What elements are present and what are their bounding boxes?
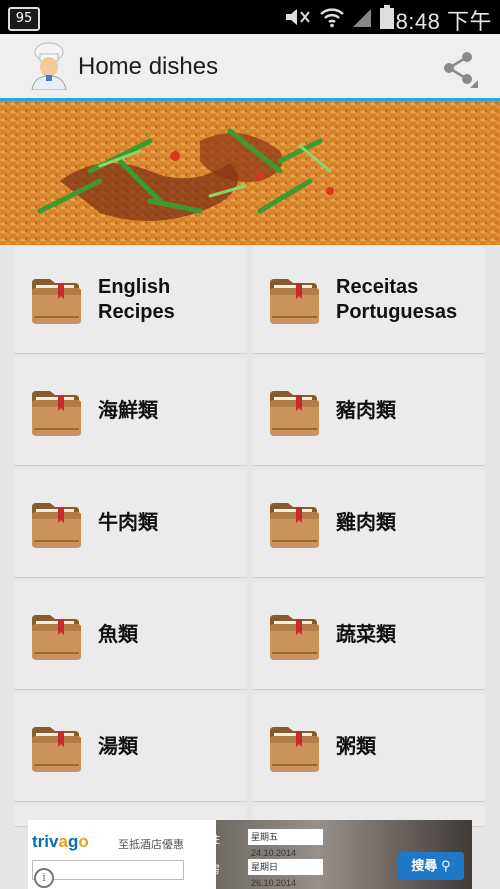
folder-icon bbox=[266, 383, 322, 439]
logo-part: o bbox=[78, 832, 89, 851]
category-label: 海鮮類 bbox=[98, 400, 158, 422]
ad-destination-input[interactable] bbox=[32, 860, 184, 880]
checkin-label: 入住 bbox=[198, 834, 220, 846]
notification-badge: 95 bbox=[8, 7, 40, 31]
folder-icon bbox=[266, 719, 322, 775]
banner-image bbox=[0, 101, 500, 245]
ad-search-label: 搜尋 bbox=[411, 858, 438, 873]
mute-icon bbox=[286, 9, 310, 25]
folder-icon bbox=[28, 607, 84, 663]
ad-form-panel: trivago 至抵酒店優惠 i bbox=[28, 820, 216, 889]
ad-tagline: 至抵酒店優惠 bbox=[118, 839, 184, 851]
action-bar: Home dishes bbox=[0, 34, 500, 101]
category-pork[interactable]: 豬肉類 bbox=[252, 358, 485, 465]
category-vegetable[interactable]: 蔬菜類 bbox=[252, 582, 485, 689]
clock: 8:48 下午 bbox=[395, 9, 492, 34]
folder-icon bbox=[28, 383, 84, 439]
category-label: 魚類 bbox=[98, 624, 138, 646]
category-soup[interactable]: 湯類 bbox=[14, 694, 247, 801]
chef-icon[interactable] bbox=[26, 42, 72, 90]
folder-icon bbox=[28, 271, 84, 327]
category-beef[interactable]: 牛肉類 bbox=[14, 470, 247, 577]
category-congee[interactable]: 粥類 bbox=[252, 694, 485, 801]
folder-icon bbox=[28, 495, 84, 551]
category-label: 湯類 bbox=[98, 736, 138, 758]
category-english-recipes[interactable]: English Recipes bbox=[14, 246, 247, 353]
folder-icon bbox=[266, 495, 322, 551]
checkin-date-field[interactable]: 星期五 24.10.2014 bbox=[248, 829, 323, 858]
category-label: 雞肉類 bbox=[336, 512, 396, 534]
logo-part: a bbox=[58, 832, 68, 851]
status-bar: 95 8:48 下午 bbox=[0, 0, 500, 34]
category-chicken[interactable]: 雞肉類 bbox=[252, 470, 485, 577]
category-label: Receitas Portuguesas bbox=[336, 275, 458, 323]
search-icon: ⚲ bbox=[441, 858, 451, 873]
ad-banner[interactable]: trivago 至抵酒店優惠 i 入住 退房 星期五 24.10.2014 星期… bbox=[28, 820, 472, 889]
category-label: 粥類 bbox=[336, 736, 376, 758]
fried-rice-photo bbox=[0, 101, 500, 245]
category-receitas-portuguesas[interactable]: Receitas Portuguesas bbox=[252, 246, 485, 353]
status-icons bbox=[283, 5, 395, 29]
category-label: 蔬菜類 bbox=[336, 624, 396, 646]
folder-icon bbox=[266, 607, 322, 663]
share-icon[interactable] bbox=[438, 48, 478, 88]
category-label: 豬肉類 bbox=[336, 400, 396, 422]
logo-part: g bbox=[67, 832, 79, 851]
app-title: Home dishes bbox=[78, 53, 219, 80]
folder-icon bbox=[28, 719, 84, 775]
logo-part: triv bbox=[32, 832, 59, 851]
category-label: 牛肉類 bbox=[98, 512, 158, 534]
wifi-icon bbox=[320, 8, 344, 28]
info-icon[interactable]: i bbox=[34, 868, 54, 888]
signal-icon bbox=[353, 9, 371, 27]
category-fish[interactable]: 魚類 bbox=[14, 582, 247, 689]
battery-icon bbox=[380, 5, 394, 29]
ad-search-button[interactable]: 搜尋 ⚲ bbox=[398, 852, 464, 880]
trivago-logo: trivago bbox=[32, 832, 89, 852]
checkout-label: 退房 bbox=[198, 864, 220, 876]
checkout-date-field[interactable]: 星期日 26.10.2014 bbox=[248, 859, 323, 888]
category-seafood[interactable]: 海鮮類 bbox=[14, 358, 247, 465]
folder-icon bbox=[266, 271, 322, 327]
category-label: English Recipes bbox=[98, 275, 175, 323]
